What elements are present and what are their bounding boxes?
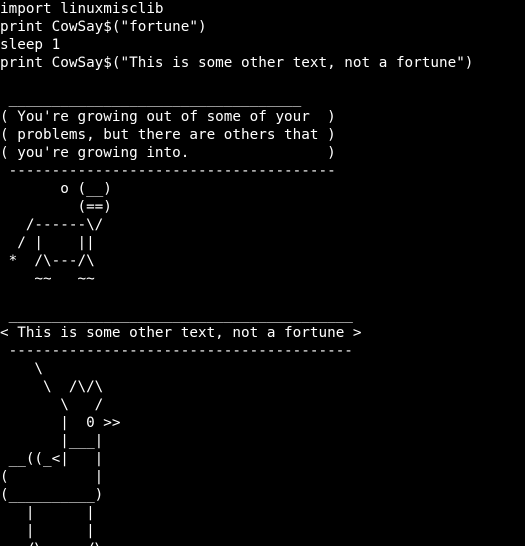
ascii-creature-line: \ [0,361,44,377]
code-line-import: import linuxmisclib [0,1,164,17]
ascii-cow-line: /------\/ [0,217,104,233]
ascii-creature-line: |___| [0,433,104,449]
terminal-window[interactable]: import linuxmisclib print CowSay$("fortu… [0,0,525,546]
code-line-sleep: sleep 1 [0,37,61,53]
code-line-print-fortune: print CowSay$("fortune") [0,19,207,35]
code-line-print-text: print CowSay$("This is some other text, … [0,55,474,71]
ascii-cow-line: (==) [0,199,112,215]
ascii-creature-line: \ / [0,397,104,413]
custom-text-line: < This is some other text, not a fortune… [0,325,362,341]
ascii-creature-line: | 0 >> [0,415,121,431]
ascii-creature-line: | | [0,505,95,521]
ascii-cow-line: * /\---/\ [0,253,95,269]
speech-bubble-bottom: ---------------------------------------- [0,343,353,359]
ascii-cow-line: o (__) [0,181,112,197]
ascii-cow-line: ~~ ~~ [0,271,95,287]
speech-bubble-top: __________________________________ [0,91,302,107]
ascii-creature-line: __((_<| | [0,451,104,467]
ascii-creature-line: | | [0,523,95,539]
ascii-creature-line: \ /\/\ [0,379,104,395]
ascii-cow-line: / | || [0,235,95,251]
fortune-text-line-1: ( You're growing out of some of your ) [0,109,336,125]
speech-bubble-bottom: -------------------------------------- [0,163,336,179]
speech-bubble-top: ________________________________________ [0,307,353,323]
fortune-text-line-2: ( problems, but there are others that ) [0,127,336,143]
ascii-creature-line: /\ /\ [0,540,525,546]
fortune-text-line-3: ( you're growing into. ) [0,145,336,161]
ascii-creature-line: ( | [0,469,104,485]
ascii-creature-line: (__________) [0,487,104,503]
